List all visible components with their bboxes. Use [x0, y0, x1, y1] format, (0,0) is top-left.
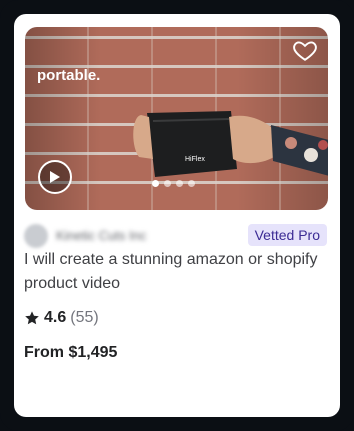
play-video-button[interactable]: [38, 160, 72, 194]
vetted-pro-badge: Vetted Pro: [247, 224, 327, 246]
carousel-dots: [152, 180, 195, 187]
promo-overlay-text: portable.: [37, 67, 101, 84]
rating-count: (55): [70, 309, 99, 326]
carousel-dot[interactable]: [164, 180, 171, 187]
product-in-hand-image: HiFlex: [133, 111, 328, 177]
rating: 4.6 (55): [24, 309, 99, 327]
gig-price: From $1,495: [24, 344, 118, 361]
star-icon: [25, 311, 39, 325]
seller-avatar[interactable]: [24, 224, 48, 248]
carousel-dot[interactable]: [188, 180, 195, 187]
gig-card[interactable]: portable. HiFlex Kinetic Cuts Inc Vetted…: [14, 14, 340, 417]
seller-row: Kinetic Cuts Inc Vetted Pro: [24, 224, 330, 248]
favorite-heart-icon[interactable]: [292, 37, 318, 63]
gig-title[interactable]: I will create a stunning amazon or shopi…: [24, 248, 330, 296]
svg-text:HiFlex: HiFlex: [185, 156, 205, 163]
rating-average: 4.6: [44, 309, 67, 326]
play-icon: [50, 171, 60, 183]
gig-media-carousel[interactable]: portable. HiFlex: [25, 27, 328, 210]
device-frame: portable. HiFlex Kinetic Cuts Inc Vetted…: [0, 0, 354, 431]
carousel-dot[interactable]: [152, 180, 159, 187]
carousel-dot[interactable]: [176, 180, 183, 187]
seller-name[interactable]: Kinetic Cuts Inc: [56, 228, 146, 243]
